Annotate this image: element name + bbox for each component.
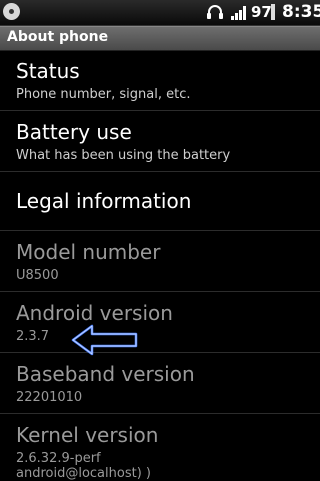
list-item-title: Battery use	[16, 120, 132, 144]
list-item-value: 22201010	[16, 390, 83, 405]
list-item-title: Model number	[16, 240, 161, 264]
list-item-android-version: Android version 2.3.7	[0, 292, 320, 353]
status-bar: 97 8:35	[0, 0, 320, 26]
list-item-title: Kernel version	[16, 423, 159, 447]
list-item-subtitle: Phone number, signal, etc.	[16, 87, 191, 102]
title-bar: About phone	[0, 26, 320, 51]
list-item-title: Status	[16, 59, 80, 83]
headset-icon	[207, 5, 223, 19]
annotation-arrow-icon	[71, 324, 138, 356]
list-item-title: Legal information	[16, 189, 192, 213]
list-item-legal-information[interactable]: Legal information	[0, 172, 320, 231]
list-item-value: 2.6.32.9-perf	[16, 451, 101, 466]
list-item-baseband-version: Baseband version 22201010	[0, 353, 320, 414]
list-item-battery-use[interactable]: Battery use What has been using the batt…	[0, 111, 320, 172]
list-item-value: 2.3.7	[16, 329, 50, 344]
page-title: About phone	[7, 29, 109, 45]
list-item-model-number: Model number U8500	[0, 231, 320, 292]
list-item-status[interactable]: Status Phone number, signal, etc.	[0, 50, 320, 111]
list-item-value: U8500	[16, 268, 59, 283]
list-item-value-line2: android@localhost) )	[16, 466, 151, 481]
clock: 8:35	[282, 2, 320, 22]
list-item-title: Baseband version	[16, 362, 195, 386]
signal-icon	[231, 6, 246, 20]
battery-level: 97	[251, 3, 272, 21]
battery-icon	[271, 4, 275, 20]
list-item-subtitle: What has been using the battery	[16, 148, 231, 163]
sd-card-icon	[3, 3, 20, 20]
list-item-kernel-version: Kernel version 2.6.32.9-perf android@loc…	[0, 414, 320, 481]
